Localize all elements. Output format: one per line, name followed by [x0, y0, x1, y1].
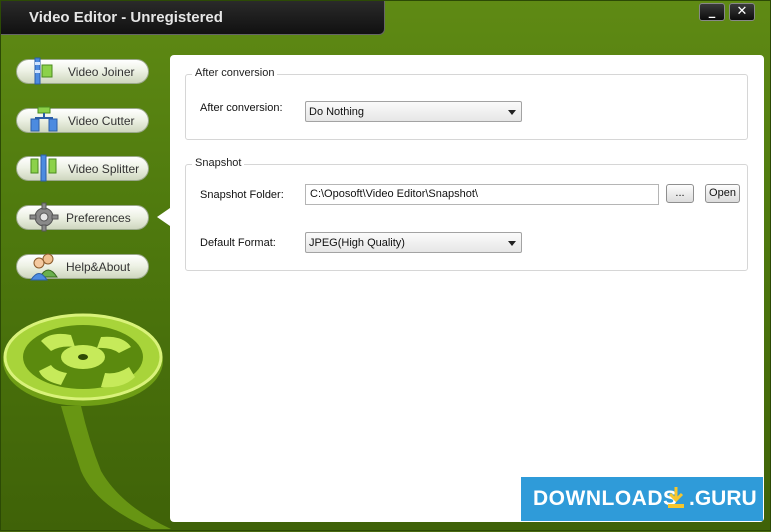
- after-conversion-select[interactable]: Do Nothing: [305, 101, 522, 122]
- video-splitter-icon: [30, 154, 57, 182]
- nav-video-cutter-button[interactable]: Video Cutter: [16, 106, 149, 133]
- group-title: After conversion: [192, 67, 278, 79]
- app-window: Video Editor - Unregistered _ ✕ Video Jo…: [0, 0, 771, 531]
- title-bar[interactable]: Video Editor - Unregistered: [1, 1, 385, 35]
- nav-preferences-button[interactable]: Preferences: [16, 202, 149, 232]
- nav-label: Preferences: [66, 211, 131, 225]
- group-title: Snapshot: [192, 157, 245, 169]
- snapshot-folder-label: Snapshot Folder:: [200, 189, 284, 201]
- after-conversion-label: After conversion:: [200, 102, 283, 114]
- snapshot-folder-input[interactable]: C:\Oposoft\Video Editor\Snapshot\: [305, 184, 659, 205]
- chevron-down-icon: [508, 110, 516, 115]
- nav-label: Video Splitter: [68, 162, 140, 176]
- nav-label: Video Joiner: [68, 65, 135, 79]
- nav-help-about-button[interactable]: Help&About: [16, 253, 149, 281]
- default-format-select[interactable]: JPEG(High Quality): [305, 232, 522, 253]
- close-button[interactable]: ✕: [729, 3, 755, 21]
- open-folder-button[interactable]: Open: [705, 184, 740, 203]
- watermark-banner: DOWNLOADS .GURU: [521, 477, 763, 521]
- chevron-down-icon: [508, 241, 516, 246]
- gear-icon: [29, 202, 59, 232]
- snapshot-group: Snapshot Snapshot Folder: C:\Oposoft\Vid…: [185, 157, 748, 271]
- browse-button[interactable]: ...: [666, 184, 694, 203]
- nav-label: Video Cutter: [68, 114, 135, 128]
- download-arrow-icon: [668, 487, 684, 508]
- watermark-text: DOWNLOADS: [533, 487, 678, 510]
- nav-video-splitter-button[interactable]: Video Splitter: [16, 154, 149, 182]
- nav-label: Help&About: [66, 260, 131, 274]
- after-conversion-group: After conversion After conversion: Do No…: [185, 67, 748, 140]
- minimize-button[interactable]: _: [699, 3, 725, 21]
- nav-video-joiner-button[interactable]: Video Joiner: [16, 57, 149, 85]
- window-title: Video Editor - Unregistered: [29, 9, 223, 26]
- watermark-suffix: .GURU: [689, 487, 757, 510]
- select-value: JPEG(High Quality): [309, 237, 405, 249]
- select-value: Do Nothing: [309, 106, 365, 118]
- video-cutter-icon: [30, 106, 58, 132]
- video-joiner-icon: [34, 57, 53, 85]
- preferences-panel: After conversion After conversion: Do No…: [170, 55, 764, 522]
- default-format-label: Default Format:: [200, 237, 276, 249]
- users-icon: [30, 253, 58, 281]
- selection-pointer: [157, 208, 170, 226]
- film-reel-graphic: [3, 313, 171, 529]
